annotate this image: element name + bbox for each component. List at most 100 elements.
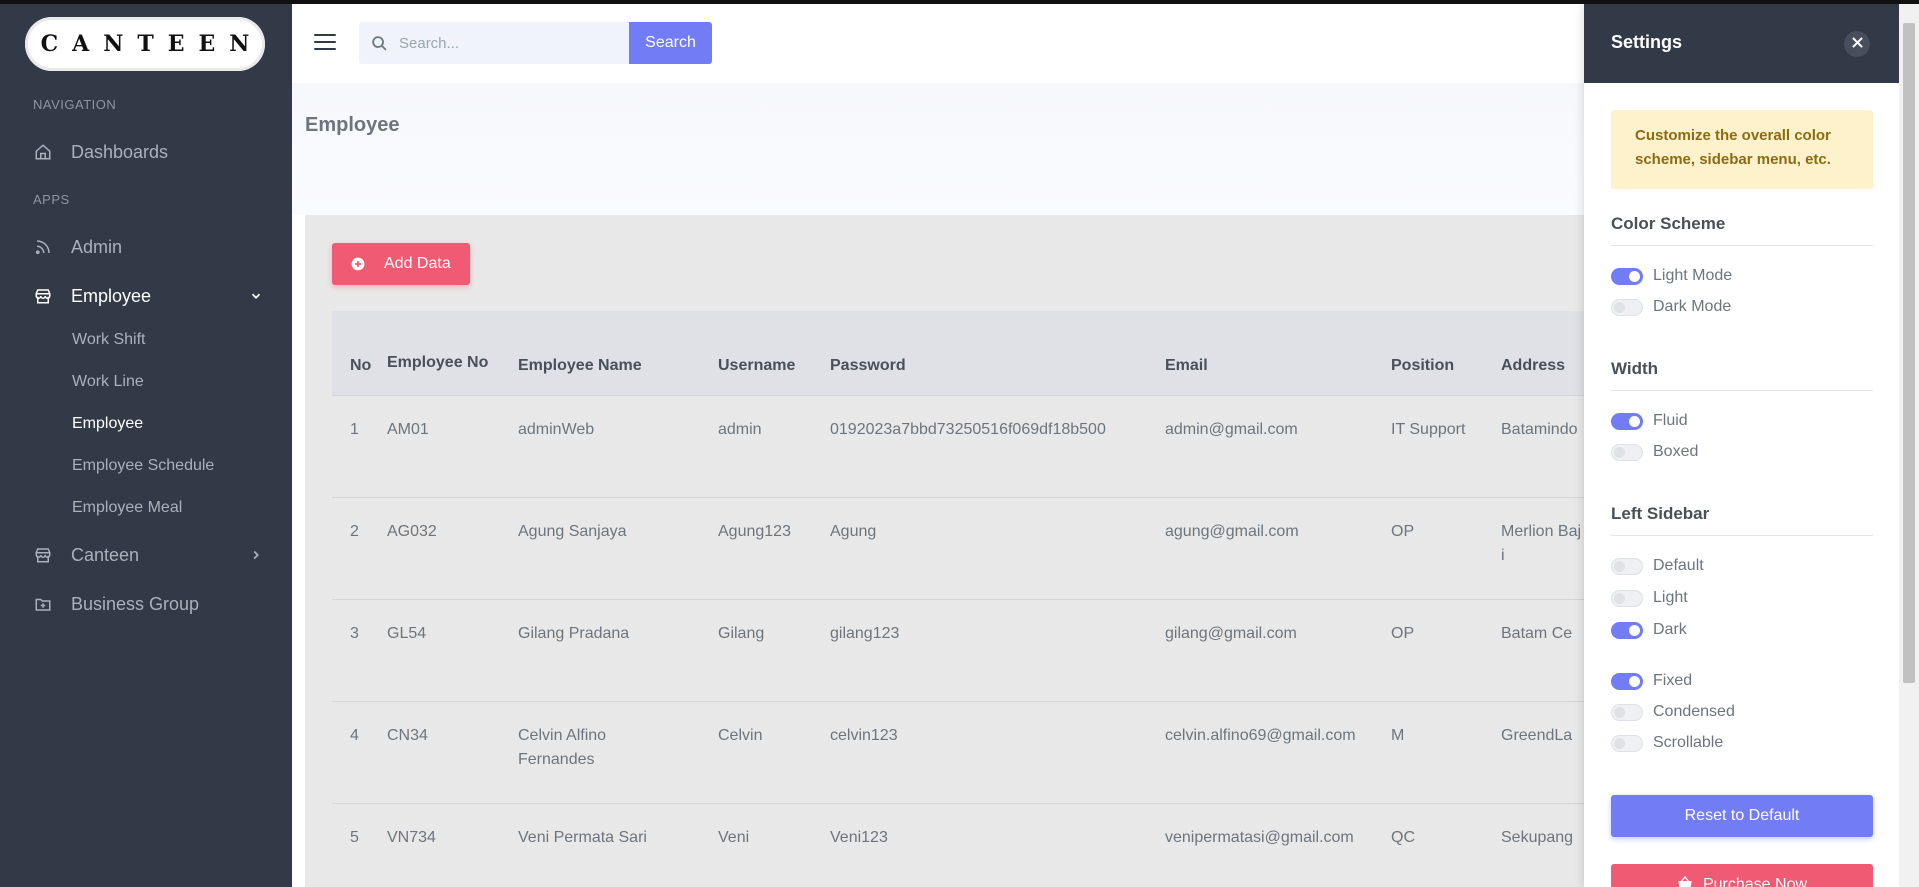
sidebar-item-label: Business Group <box>71 593 200 614</box>
store-icon <box>33 545 53 565</box>
boxed-switch[interactable] <box>1611 443 1643 461</box>
cell-username: admin <box>718 394 830 497</box>
search-input[interactable] <box>399 34 619 52</box>
reset-to-default-button[interactable]: Reset to Default <box>1611 795 1873 837</box>
sidebar-scrollable-option[interactable]: Scrollable <box>1611 734 1723 752</box>
menu-toggle-icon[interactable] <box>314 34 336 52</box>
cell-email: gilang@gmail.com <box>1165 598 1391 701</box>
cell-employee-no: AM01 <box>387 394 518 497</box>
sidebar-scrollable-switch[interactable] <box>1611 734 1643 752</box>
sidebar-dark-option[interactable]: Dark <box>1611 621 1687 639</box>
option-label: Fixed <box>1653 672 1693 689</box>
cell-no: 5 <box>332 802 387 887</box>
cell-position: M <box>1391 700 1501 803</box>
header-username: Username <box>718 356 796 374</box>
sidebar-dark-switch[interactable] <box>1611 621 1643 639</box>
settings-panel: Settings Customize the overall color sch… <box>1584 4 1899 887</box>
topbar: Search <box>292 4 1584 83</box>
sidebar-item-employee[interactable]: Employee <box>33 281 263 311</box>
table-row[interactable]: 4 CN34 Celvin Alfino Fernandes Celvin ce… <box>332 700 1584 803</box>
left-sidebar-title: Left Sidebar <box>1611 504 1710 523</box>
sidebar-item-admin[interactable]: Admin <box>33 232 263 262</box>
scrollbar-thumb[interactable] <box>1903 23 1915 683</box>
basket-icon <box>1677 875 1693 887</box>
settings-header: Settings <box>1584 4 1899 83</box>
sidebar-condensed-option[interactable]: Condensed <box>1611 703 1735 721</box>
cell-email: admin@gmail.com <box>1165 394 1391 497</box>
left-sidebar: CANTEEN NAVIGATION Dashboards APPS Admin… <box>0 0 292 887</box>
sidebar-subitem-employee-meal[interactable]: Employee Meal <box>72 499 182 517</box>
fluid-option[interactable]: Fluid <box>1611 412 1688 430</box>
table-row[interactable]: 3 GL54 Gilang Pradana Gilang gilang123 g… <box>332 598 1584 701</box>
sidebar-item-business-group[interactable]: Business Group <box>33 589 263 619</box>
light-mode-switch[interactable] <box>1611 267 1643 285</box>
sidebar-default-option[interactable]: Default <box>1611 557 1704 575</box>
cell-employee-name: Celvin Alfino Fernandes <box>518 700 718 803</box>
header-employee-no: Employee No <box>387 353 489 371</box>
close-settings-button[interactable] <box>1844 31 1870 57</box>
sidebar-item-label: Dashboards <box>71 141 169 162</box>
header-no: No <box>350 356 372 374</box>
width-title: Width <box>1611 359 1659 378</box>
logo[interactable]: CANTEEN <box>25 17 265 71</box>
cell-position: OP <box>1391 496 1501 599</box>
close-icon <box>1851 35 1863 53</box>
cell-email: celvin.alfino69@gmail.com <box>1165 700 1391 803</box>
page-scrollbar[interactable] <box>1899 4 1919 887</box>
table-row[interactable]: 1 AM01 adminWeb admin 0192023a7bbd732505… <box>332 394 1584 497</box>
add-data-button[interactable]: Add Data <box>332 243 470 285</box>
cell-employee-no: VN734 <box>387 802 518 887</box>
settings-title: Settings <box>1611 32 1683 52</box>
color-scheme-title: Color Scheme <box>1611 214 1726 233</box>
top-strip <box>0 0 1919 4</box>
table-row[interactable]: 2 AG032 Agung Sanjaya Agung123 Agung agu… <box>332 496 1584 599</box>
sidebar-subitem-employee-schedule[interactable]: Employee Schedule <box>72 457 214 475</box>
table-row[interactable]: 5 VN734 Veni Permata Sari Veni Veni123 v… <box>332 802 1584 887</box>
cell-employee-name: Agung Sanjaya <box>518 496 718 599</box>
sidebar-light-switch[interactable] <box>1611 589 1643 607</box>
sidebar-subitem-employee[interactable]: Employee <box>72 415 143 433</box>
cell-password: 0192023a7bbd73250516f069df18b500 <box>830 394 1165 497</box>
option-label: Condensed <box>1653 703 1735 720</box>
cell-position: IT Support <box>1391 394 1501 497</box>
employee-card: Add Data No Employee No Employee Name Us… <box>305 215 1584 887</box>
light-mode-option[interactable]: Light Mode <box>1611 267 1732 285</box>
option-label: Fluid <box>1653 412 1688 429</box>
cell-username: Gilang <box>718 598 830 701</box>
home-icon <box>33 142 53 162</box>
cell-employee-no: GL54 <box>387 598 518 701</box>
sidebar-item-label: Employee <box>71 285 152 306</box>
cell-username: Agung123 <box>718 496 830 599</box>
boxed-option[interactable]: Boxed <box>1611 443 1698 461</box>
cell-address: Batam Ce <box>1501 598 1584 701</box>
settings-alert: Customize the overall color scheme, side… <box>1611 110 1873 189</box>
divider <box>1611 245 1873 246</box>
apps-section-title: APPS <box>33 192 70 207</box>
option-label: Scrollable <box>1653 734 1724 751</box>
sidebar-fixed-switch[interactable] <box>1611 672 1643 690</box>
fluid-switch[interactable] <box>1611 412 1643 430</box>
sidebar-item-dashboards[interactable]: Dashboards <box>33 137 263 167</box>
option-label: Dark Mode <box>1653 298 1732 315</box>
dark-mode-option[interactable]: Dark Mode <box>1611 298 1731 316</box>
dark-mode-switch[interactable] <box>1611 298 1643 316</box>
sidebar-condensed-switch[interactable] <box>1611 703 1643 721</box>
sidebar-item-canteen[interactable]: Canteen <box>33 540 263 570</box>
search-button[interactable]: Search <box>629 22 712 64</box>
cell-position: OP <box>1391 598 1501 701</box>
header-email: Email <box>1165 356 1208 374</box>
logo-text: CANTEEN <box>40 31 264 57</box>
cell-no: 1 <box>332 394 387 497</box>
option-label: Boxed <box>1653 443 1699 460</box>
sidebar-default-switch[interactable] <box>1611 557 1643 575</box>
option-label: Light <box>1653 589 1688 606</box>
cell-username: Celvin <box>718 700 830 803</box>
cell-employee-no: AG032 <box>387 496 518 599</box>
sidebar-subitem-work-line[interactable]: Work Line <box>72 373 144 391</box>
divider <box>1611 535 1873 536</box>
purchase-now-button[interactable]: Purchase Now <box>1611 864 1873 887</box>
option-label: Dark <box>1653 621 1687 638</box>
sidebar-subitem-work-shift[interactable]: Work Shift <box>72 331 146 349</box>
sidebar-light-option[interactable]: Light <box>1611 589 1688 607</box>
sidebar-fixed-option[interactable]: Fixed <box>1611 672 1692 690</box>
